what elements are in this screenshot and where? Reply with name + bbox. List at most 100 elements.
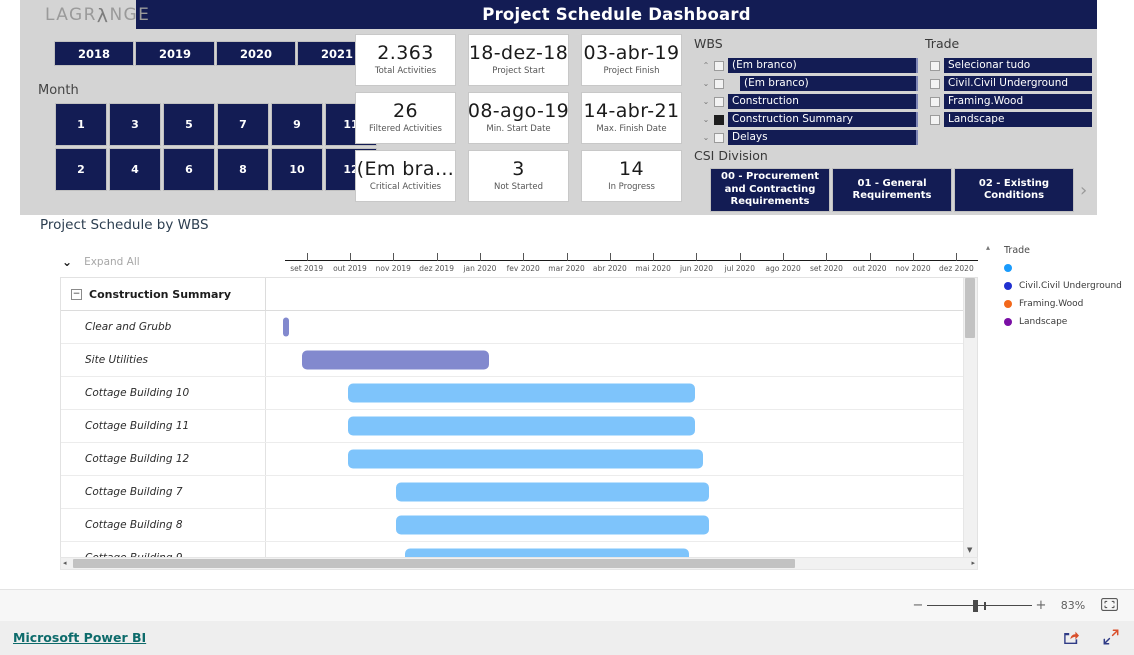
wbs-checkbox[interactable] [714,132,724,143]
gantt-bar[interactable] [301,350,489,370]
csi-tile-02-existing-conditions[interactable]: 02 - Existing Conditions [954,168,1074,212]
kpi-card-project-start[interactable]: 18-dez-18 Project Start [468,34,569,86]
table-row[interactable]: Cottage Building 10 [61,377,977,410]
gantt-bar[interactable] [347,383,696,403]
axis-tick-mark [826,253,828,261]
wbs-item-em-branco-child[interactable]: ⌄ (Em branco) [698,75,918,92]
trade-item-landscape[interactable]: Landscape [930,111,1092,128]
month-tile-2[interactable]: 2 [55,148,107,191]
gantt-group-row[interactable]: − Construction Summary [61,278,977,311]
chevron-up-icon[interactable]: ⌃ [698,61,714,70]
microsoft-power-bi-link[interactable]: Microsoft Power BI [13,630,146,645]
trade-checkbox[interactable] [930,60,940,71]
gantt-bar[interactable] [405,548,690,557]
table-row[interactable]: Cottage Building 12 [61,443,977,476]
collapse-toggle-icon[interactable]: − [71,288,82,300]
gantt-horizontal-scrollbar[interactable]: ◂ ▸ [60,557,978,570]
legend-item[interactable]: Framing.Wood [1004,298,1116,310]
trade-item-civil-underground[interactable]: Civil.Civil Underground [930,75,1092,92]
expand-all-label: Expand All [84,256,140,268]
zoom-slider-handle[interactable] [973,599,978,612]
kpi-card-project-finish[interactable]: 03-abr-19 Project Finish [581,34,682,86]
legend-item[interactable]: Civil.Civil Underground [1004,280,1122,292]
wbs-checkbox[interactable] [714,96,724,107]
axis-tick: out 2020 [848,253,891,275]
axis-tick-mark [913,253,915,261]
wbs-item-label: Delays [728,130,918,145]
month-tile-6[interactable]: 6 [163,148,215,191]
gantt-bar[interactable] [396,482,709,502]
gantt-task-label: Cottage Building 10 [85,387,190,399]
csi-tile-00-procurement[interactable]: 00 - Procurement and Contracting Require… [710,168,830,212]
legend-scroll-up-arrow-icon[interactable]: ▴ [986,243,990,252]
month-tile-7[interactable]: 7 [217,103,269,146]
scroll-down-arrow-icon[interactable]: ▼ [967,546,972,554]
kpi-card-not-started[interactable]: 3 Not Started [468,150,569,202]
month-tile-8[interactable]: 8 [217,148,269,191]
fit-to-screen-button[interactable] [1096,597,1122,614]
month-tile-1[interactable]: 1 [55,103,107,146]
kpi-card-filtered-activities[interactable]: 26 Filtered Activities [355,92,456,144]
scroll-right-arrow-icon[interactable]: ▸ [971,559,975,567]
share-button[interactable] [1062,628,1080,646]
chevron-down-icon[interactable]: ⌄ [698,133,714,142]
table-row[interactable]: Cottage Building 7 [61,476,977,509]
gantt-task-name-cell: Cottage Building 12 [61,443,266,475]
month-tile-9[interactable]: 9 [271,103,323,146]
wbs-checkbox-checked[interactable] [714,114,724,125]
axis-tick: nov 2020 [891,253,934,275]
scrollbar-thumb[interactable] [965,278,975,338]
kpi-card-min-start-date[interactable]: 08-ago-19 Min. Start Date [468,92,569,144]
trade-checkbox[interactable] [930,96,940,107]
chevron-down-icon[interactable]: ⌄ [698,97,714,106]
table-row[interactable]: Clear and Grubb [61,311,977,344]
gantt-bar[interactable] [396,515,709,535]
table-row[interactable]: Cottage Building 11 [61,410,977,443]
chevron-down-icon[interactable]: ⌄ [698,79,714,88]
trade-item-framing-wood[interactable]: Framing.Wood [930,93,1092,110]
wbs-checkbox[interactable] [714,60,724,71]
chevron-right-icon[interactable]: › [1080,182,1087,200]
year-tile-2018[interactable]: 2018 [54,41,134,66]
month-tile-5[interactable]: 5 [163,103,215,146]
trade-checkbox[interactable] [930,78,940,89]
wbs-checkbox[interactable] [714,78,724,89]
legend-item[interactable] [1004,262,1116,274]
wbs-item-construction-summary[interactable]: ⌄ Construction Summary [698,111,918,128]
gantt-vertical-scrollbar[interactable]: ▼ [963,278,977,557]
scroll-left-arrow-icon[interactable]: ◂ [63,559,67,567]
month-tile-3[interactable]: 3 [109,103,161,146]
trade-item-select-all[interactable]: Selecionar tudo [930,57,1092,74]
zoom-out-button[interactable]: − [909,598,927,613]
month-tile-4[interactable]: 4 [109,148,161,191]
table-row[interactable]: Site Utilities [61,344,977,377]
kpi-card-total-activities[interactable]: 2.363 Total Activities [355,34,456,86]
fullscreen-button[interactable] [1102,628,1120,646]
legend-item[interactable]: Landscape [1004,316,1116,328]
gantt-bar[interactable] [283,317,289,337]
wbs-item-delays[interactable]: ⌄ Delays [698,129,918,146]
trade-checkbox[interactable] [930,114,940,125]
month-slicer-row-odd: 1 3 5 7 9 11 [55,103,377,146]
kpi-card-max-finish-date[interactable]: 14-abr-21 Max. Finish Date [581,92,682,144]
csi-tile-01-general-requirements[interactable]: 01 - General Requirements [832,168,952,212]
kpi-card-in-progress[interactable]: 14 In Progress [581,150,682,202]
expand-all-button[interactable]: ⌄ Expand All [62,255,140,269]
year-tile-2020[interactable]: 2020 [216,41,296,66]
table-row[interactable]: Cottage Building 8 [61,509,977,542]
scrollbar-thumb[interactable] [73,559,795,568]
wbs-item-construction[interactable]: ⌄ Construction [698,93,918,110]
year-tile-2019[interactable]: 2019 [135,41,215,66]
table-row[interactable]: Cottage Building 9 [61,542,977,557]
zoom-slider[interactable] [927,599,1032,613]
wbs-item-em-branco-parent[interactable]: ⌃ (Em branco) [698,57,918,74]
month-tile-10[interactable]: 10 [271,148,323,191]
zoom-in-button[interactable]: + [1032,598,1050,613]
gantt-group-bar-cell [266,278,977,310]
axis-tick: set 2020 [805,253,848,275]
gantt-bar[interactable] [347,416,696,436]
gantt-bar[interactable] [347,449,703,469]
chevron-down-icon[interactable]: ⌄ [698,115,714,124]
legend-color-dot-icon [1004,264,1012,272]
kpi-card-critical-activities[interactable]: (Em bra… Critical Activities [355,150,456,202]
